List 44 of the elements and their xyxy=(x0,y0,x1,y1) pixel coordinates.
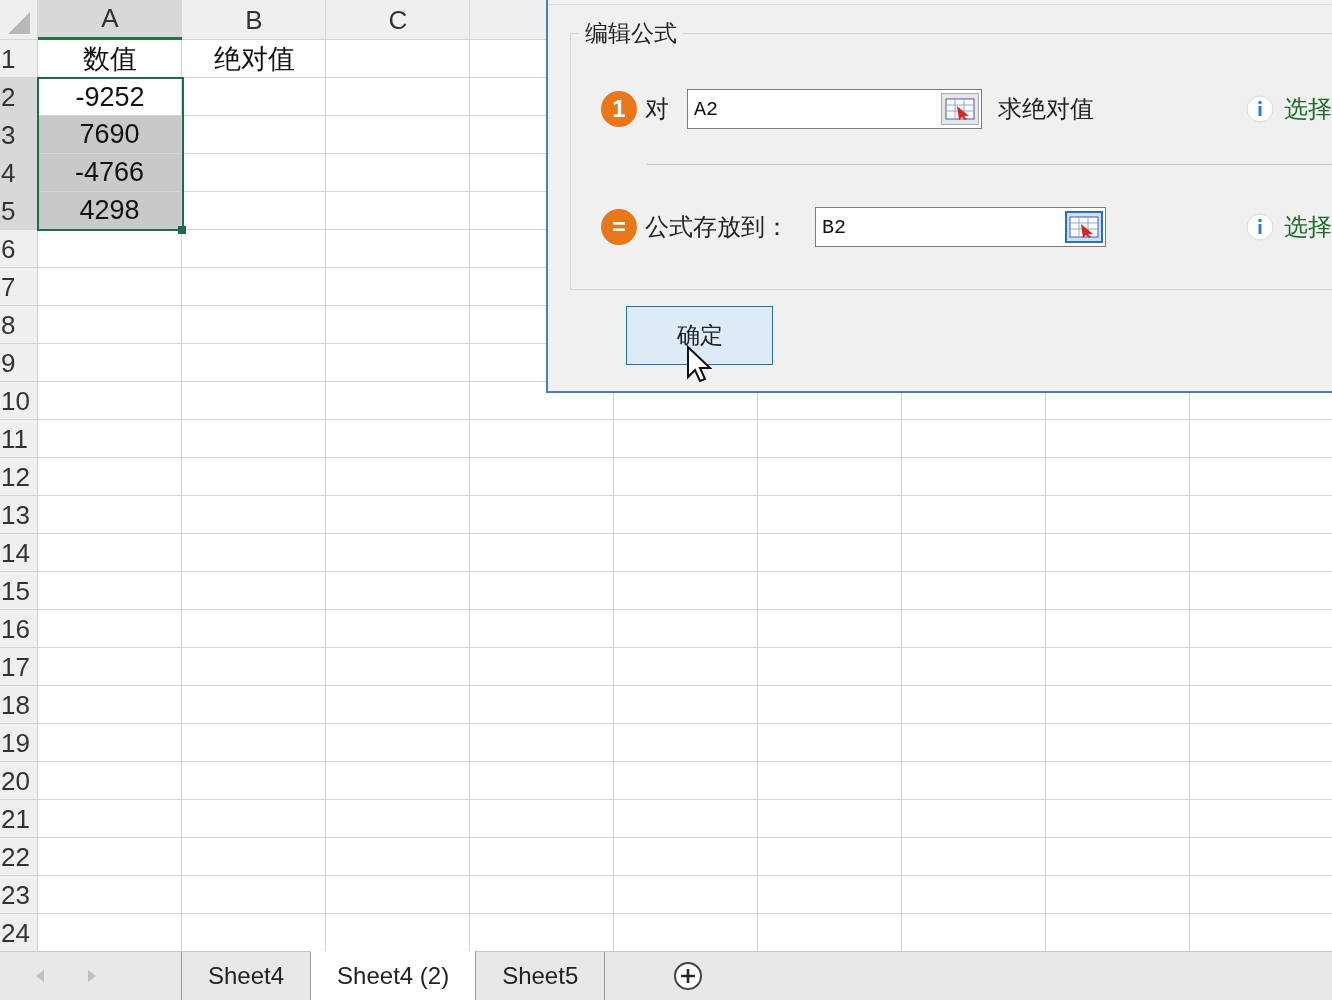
row-header[interactable]: 9 xyxy=(0,344,38,382)
row-header[interactable]: 14 xyxy=(0,534,38,572)
row-header[interactable]: 2 xyxy=(0,78,38,116)
row-header[interactable]: 19 xyxy=(0,724,38,762)
column-header[interactable]: C xyxy=(326,0,470,40)
step-badge: 1 xyxy=(601,91,637,127)
row-header[interactable]: 10 xyxy=(0,382,38,420)
column-header[interactable]: A xyxy=(38,0,182,40)
table-cell: -4766 xyxy=(38,154,182,192)
field-label: 公式存放到： xyxy=(645,212,790,242)
row-header[interactable]: 13 xyxy=(0,496,38,534)
row-header[interactable]: 7 xyxy=(0,268,38,306)
table-cell: 7690 xyxy=(38,116,182,154)
field-label: 求绝对值 xyxy=(998,94,1094,124)
row-header[interactable]: 11 xyxy=(0,420,38,458)
row-header[interactable]: 17 xyxy=(0,648,38,686)
row-header[interactable]: 15 xyxy=(0,572,38,610)
row-header[interactable]: 16 xyxy=(0,610,38,648)
row-header[interactable]: 4 xyxy=(0,154,38,192)
table-cell: 4298 xyxy=(38,192,182,230)
table-cell-text: 绝对值 xyxy=(212,43,296,76)
row-header[interactable]: 5 xyxy=(0,192,38,230)
row-header[interactable]: 23 xyxy=(0,876,38,914)
row-header[interactable]: 18 xyxy=(0,686,38,724)
row-header[interactable]: 22 xyxy=(0,838,38,876)
row-header[interactable]: 12 xyxy=(0,458,38,496)
table-cell-text: -9252 xyxy=(74,80,146,114)
ok-button[interactable]: 确定 xyxy=(626,306,773,365)
cell-reference-field[interactable]: A2 xyxy=(687,89,982,129)
hint-text: 选择 xyxy=(1284,212,1332,242)
table-cell-text: 数值 xyxy=(82,43,138,76)
column-header[interactable]: B xyxy=(182,0,326,40)
row-header[interactable]: 21 xyxy=(0,800,38,838)
cell-reference-field[interactable]: B2 xyxy=(815,207,1106,247)
row-header[interactable]: 1 xyxy=(0,40,38,78)
row-header[interactable]: 8 xyxy=(0,306,38,344)
row-header[interactable]: 3 xyxy=(0,116,38,154)
hint-text: 选择 xyxy=(1284,94,1332,124)
row-header[interactable]: 6 xyxy=(0,230,38,268)
field-label: 对 xyxy=(645,94,670,124)
row-header[interactable]: 20 xyxy=(0,762,38,800)
sheet-tab[interactable]: Sheet4 (2) xyxy=(311,951,477,1000)
row-header[interactable]: 24 xyxy=(0,914,38,952)
step-badge: = xyxy=(601,209,637,245)
